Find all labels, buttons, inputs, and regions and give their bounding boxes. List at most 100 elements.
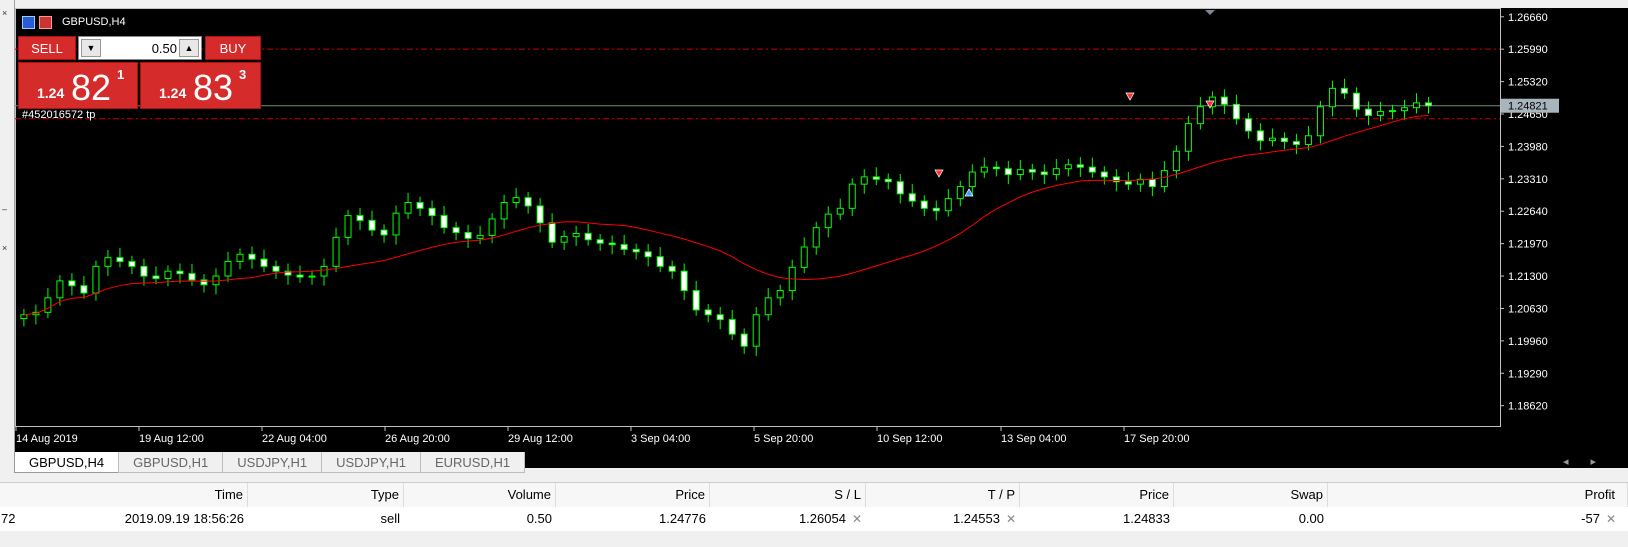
cell-tp-value: 1.24553: [952, 511, 1000, 526]
candle-body: [716, 314, 724, 321]
header-volume[interactable]: Volume: [404, 483, 556, 507]
candle-body: [644, 251, 652, 258]
chart-title-bar: GBPUSD,H4: [22, 14, 126, 30]
volume-increase-button[interactable]: ▲: [179, 39, 199, 57]
buy-price-pips: 83: [193, 67, 234, 108]
candle-body: [164, 270, 172, 279]
tab-eurusd-h1[interactable]: EURUSD,H1: [419, 452, 526, 473]
sell-arrow-icon: [934, 169, 944, 178]
cell-open-price: 1.24776: [659, 511, 706, 526]
header-profit[interactable]: Profit: [1328, 483, 1628, 507]
price-axis-label: 1.23980: [1508, 141, 1548, 153]
candle-body: [608, 242, 616, 246]
cell-swap: 0.00: [1298, 511, 1324, 526]
candle-body: [44, 297, 52, 313]
table-row[interactable]: 72 2019.09.19 18:56:26 sell 0.50 1.24776…: [0, 507, 1628, 531]
header-sl[interactable]: S / L: [710, 483, 866, 507]
candle-body: [404, 202, 412, 214]
candle-body: [1040, 171, 1048, 175]
sell-price-point: 1: [117, 67, 125, 82]
clear-tp-icon[interactable]: ✕: [1006, 512, 1016, 526]
tab-usdjpy-h1-second[interactable]: USDJPY,H1: [321, 452, 421, 473]
candle-body: [296, 274, 304, 278]
candle-body: [956, 186, 964, 200]
candle-body: [1316, 106, 1324, 137]
candle-body: [1004, 168, 1012, 175]
date-axis-label: 22 Aug 04:00: [262, 433, 327, 445]
strip-tick: –: [2, 204, 8, 214]
clear-sl-icon[interactable]: ✕: [852, 512, 862, 526]
candle-body: [116, 257, 124, 263]
cell-profit: -57 ✕: [1328, 507, 1628, 531]
date-axis-label: 3 Sep 04:00: [631, 433, 690, 445]
tab-gbpusd-h4[interactable]: GBPUSD,H4: [14, 452, 120, 473]
candle-body: [920, 200, 928, 209]
sell-arrow-icon: [1125, 92, 1135, 101]
tab-usdjpy-h1[interactable]: USDJPY,H1: [222, 452, 323, 473]
candle-body: [692, 290, 700, 311]
candle-body: [776, 290, 784, 299]
date-axis-label: 10 Sep 12:00: [877, 433, 942, 445]
buy-price-prefix: 1.24: [159, 85, 187, 101]
candle-body: [224, 261, 232, 277]
candle-body: [1028, 169, 1036, 173]
header-tp[interactable]: T / P: [866, 483, 1020, 507]
candle-body: [1232, 103, 1240, 120]
candle-body: [308, 275, 316, 278]
price-axis-label: 1.21300: [1508, 271, 1548, 283]
candle-body: [584, 232, 592, 241]
candle-body: [968, 171, 976, 188]
tab-gbpusd-h1[interactable]: GBPUSD,H1: [118, 452, 224, 473]
candle-body: [1064, 164, 1072, 170]
price-axis-label: 1.19960: [1508, 336, 1548, 348]
tab-scroll-arrows[interactable]: ◂▸: [1563, 455, 1618, 468]
volume-input[interactable]: [103, 39, 177, 57]
candle-body: [1148, 178, 1156, 188]
price-axis-label: 1.22640: [1508, 206, 1548, 218]
close-position-icon[interactable]: ✕: [1606, 512, 1616, 526]
buy-button[interactable]: BUY: [205, 36, 261, 60]
header-time[interactable]: Time: [0, 483, 248, 507]
candle-body: [68, 280, 76, 287]
buy-price-display[interactable]: 1.24 83 3: [140, 62, 261, 109]
candle-body: [1196, 106, 1204, 125]
candle-body: [1280, 137, 1288, 143]
candle-body: [668, 265, 676, 272]
header-open-price[interactable]: Price: [556, 483, 710, 507]
header-swap[interactable]: Swap: [1174, 483, 1328, 507]
chart-shift-marker-icon: [1205, 10, 1215, 15]
candle-body: [680, 270, 688, 292]
cell-profit-value: -57: [1581, 511, 1600, 526]
date-axis-label: 13 Sep 04:00: [1001, 433, 1066, 445]
candle-body: [1352, 92, 1360, 110]
candle-body: [452, 227, 460, 234]
moving-average-line: [23, 115, 1429, 316]
cell-time: 2019.09.19 18:56:26: [124, 511, 244, 526]
candle-body: [1160, 170, 1168, 188]
scroll-left-icon[interactable]: ◂: [1563, 456, 1591, 468]
candle-body: [332, 236, 340, 267]
candle-body: [1364, 108, 1372, 116]
header-current-price[interactable]: Price: [1020, 483, 1174, 507]
candle-body: [260, 258, 268, 267]
candle-body: [704, 309, 712, 316]
candle-body: [236, 253, 244, 263]
volume-decrease-button[interactable]: ▼: [81, 39, 101, 57]
sell-price-display[interactable]: 1.24 82 1: [18, 62, 138, 109]
candle-body: [548, 222, 556, 243]
candle-body: [500, 202, 508, 220]
chart-title: GBPUSD,H4: [62, 16, 126, 28]
candle-body: [836, 207, 844, 215]
sell-button[interactable]: SELL: [18, 36, 76, 60]
header-type[interactable]: Type: [248, 483, 404, 507]
price-axis-label: 1.20630: [1508, 303, 1548, 315]
cell-tp: 1.24553 ✕: [866, 507, 1020, 531]
candle-body: [272, 265, 280, 272]
candle-body: [92, 265, 100, 294]
candle-body: [1052, 168, 1060, 175]
strip-x-icon[interactable]: ×: [2, 8, 7, 18]
scroll-right-icon[interactable]: ▸: [1590, 456, 1618, 468]
candle-body: [512, 197, 520, 204]
cell-current-price: 1.24833: [1123, 511, 1170, 526]
strip-x-icon[interactable]: ×: [2, 243, 7, 253]
